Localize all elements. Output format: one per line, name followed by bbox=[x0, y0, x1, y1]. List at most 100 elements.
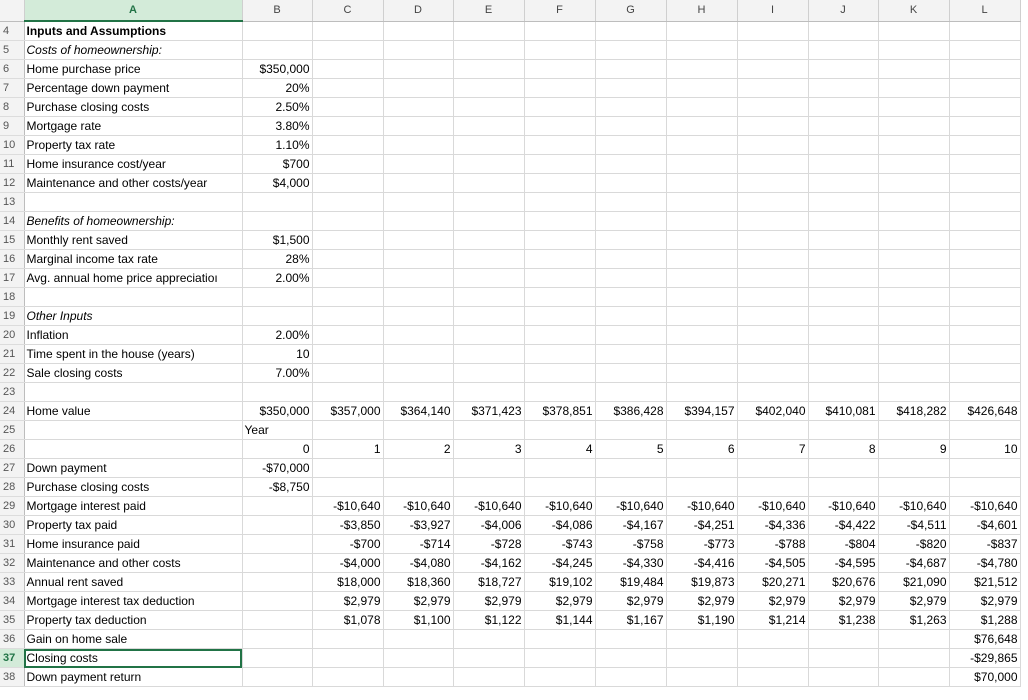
cell-l14[interactable] bbox=[949, 211, 1021, 231]
cell-i21[interactable] bbox=[737, 344, 809, 364]
cell-e16[interactable] bbox=[453, 249, 525, 269]
cell-j18[interactable] bbox=[808, 287, 879, 307]
cell-h20[interactable] bbox=[666, 325, 738, 345]
cell-c25[interactable] bbox=[312, 420, 384, 440]
cell-e9[interactable] bbox=[453, 116, 525, 136]
cell-c18[interactable] bbox=[312, 287, 384, 307]
cell-b15[interactable]: $1,500 bbox=[242, 230, 313, 250]
cell-f33[interactable]: $19,102 bbox=[524, 572, 596, 592]
cell-c35[interactable]: $1,078 bbox=[312, 610, 384, 630]
cell-k16[interactable] bbox=[878, 249, 950, 269]
cell-b29[interactable] bbox=[242, 496, 313, 516]
cell-f12[interactable] bbox=[524, 173, 596, 193]
cell-g28[interactable] bbox=[595, 477, 667, 497]
cell-k21[interactable] bbox=[878, 344, 950, 364]
row-header[interactable]: 20 bbox=[0, 325, 25, 345]
cell-e29[interactable]: -$10,640 bbox=[453, 496, 525, 516]
cell-g30[interactable]: -$4,167 bbox=[595, 515, 667, 535]
cell-j17[interactable] bbox=[808, 268, 879, 288]
cell-a28[interactable]: Purchase closing costs bbox=[24, 477, 243, 497]
cell-f21[interactable] bbox=[524, 344, 596, 364]
cell-k31[interactable]: -$820 bbox=[878, 534, 950, 554]
cell-g38[interactable] bbox=[595, 667, 667, 687]
row-header[interactable]: 34 bbox=[0, 591, 25, 611]
cell-g16[interactable] bbox=[595, 249, 667, 269]
cell-e33[interactable]: $18,727 bbox=[453, 572, 525, 592]
cell-c10[interactable] bbox=[312, 135, 384, 155]
cell-g31[interactable]: -$758 bbox=[595, 534, 667, 554]
cell-c28[interactable] bbox=[312, 477, 384, 497]
cell-c19[interactable] bbox=[312, 306, 384, 326]
cell-d10[interactable] bbox=[383, 135, 454, 155]
row-header[interactable]: 17 bbox=[0, 268, 25, 288]
cell-b23[interactable] bbox=[242, 382, 313, 402]
cell-f38[interactable] bbox=[524, 667, 596, 687]
row-header[interactable]: 8 bbox=[0, 97, 25, 117]
cell-g21[interactable] bbox=[595, 344, 667, 364]
cell-i13[interactable] bbox=[737, 192, 809, 212]
cell-c12[interactable] bbox=[312, 173, 384, 193]
cell-j30[interactable]: -$4,422 bbox=[808, 515, 879, 535]
cell-i9[interactable] bbox=[737, 116, 809, 136]
cell-k32[interactable]: -$4,687 bbox=[878, 553, 950, 573]
cell-f25[interactable] bbox=[524, 420, 596, 440]
cell-e32[interactable]: -$4,162 bbox=[453, 553, 525, 573]
cell-f18[interactable] bbox=[524, 287, 596, 307]
cell-d19[interactable] bbox=[383, 306, 454, 326]
cell-b5[interactable] bbox=[242, 40, 313, 60]
column-header-h[interactable]: H bbox=[666, 0, 738, 22]
cell-e11[interactable] bbox=[453, 154, 525, 174]
cell-a14[interactable]: Benefits of homeownership: bbox=[24, 211, 243, 231]
cell-b8[interactable]: 2.50% bbox=[242, 97, 313, 117]
cell-e4[interactable] bbox=[453, 21, 525, 41]
cell-e5[interactable] bbox=[453, 40, 525, 60]
column-header-c[interactable]: C bbox=[312, 0, 384, 22]
cell-b13[interactable] bbox=[242, 192, 313, 212]
row-header[interactable]: 18 bbox=[0, 287, 25, 307]
cell-h15[interactable] bbox=[666, 230, 738, 250]
cell-d33[interactable]: $18,360 bbox=[383, 572, 454, 592]
cell-i24[interactable]: $402,040 bbox=[737, 401, 809, 421]
cell-k24[interactable]: $418,282 bbox=[878, 401, 950, 421]
cell-c31[interactable]: -$700 bbox=[312, 534, 384, 554]
cell-f24[interactable]: $378,851 bbox=[524, 401, 596, 421]
cell-b32[interactable] bbox=[242, 553, 313, 573]
cell-b35[interactable] bbox=[242, 610, 313, 630]
cell-d35[interactable]: $1,100 bbox=[383, 610, 454, 630]
row-header[interactable]: 9 bbox=[0, 116, 25, 136]
row-header[interactable]: 26 bbox=[0, 439, 25, 459]
cell-l15[interactable] bbox=[949, 230, 1021, 250]
cell-a9[interactable]: Mortgage rate bbox=[24, 116, 243, 136]
cell-a17[interactable]: Avg. annual home price appreciatioı bbox=[24, 268, 243, 288]
cell-b16[interactable]: 28% bbox=[242, 249, 313, 269]
cell-a24[interactable]: Home value bbox=[24, 401, 243, 421]
cell-c4[interactable] bbox=[312, 21, 384, 41]
column-header-b[interactable]: B bbox=[242, 0, 313, 22]
row-header[interactable]: 16 bbox=[0, 249, 25, 269]
cell-f19[interactable] bbox=[524, 306, 596, 326]
cell-i7[interactable] bbox=[737, 78, 809, 98]
row-header[interactable]: 22 bbox=[0, 363, 25, 383]
cell-b33[interactable] bbox=[242, 572, 313, 592]
cell-l18[interactable] bbox=[949, 287, 1021, 307]
cell-j28[interactable] bbox=[808, 477, 879, 497]
cell-e23[interactable] bbox=[453, 382, 525, 402]
cell-c6[interactable] bbox=[312, 59, 384, 79]
cell-k14[interactable] bbox=[878, 211, 950, 231]
cell-k22[interactable] bbox=[878, 363, 950, 383]
cell-f5[interactable] bbox=[524, 40, 596, 60]
cell-a32[interactable]: Maintenance and other costs bbox=[24, 553, 243, 573]
cell-i36[interactable] bbox=[737, 629, 809, 649]
cell-i17[interactable] bbox=[737, 268, 809, 288]
row-header[interactable]: 32 bbox=[0, 553, 25, 573]
cell-g6[interactable] bbox=[595, 59, 667, 79]
cell-h19[interactable] bbox=[666, 306, 738, 326]
cell-d24[interactable]: $364,140 bbox=[383, 401, 454, 421]
cell-d25[interactable] bbox=[383, 420, 454, 440]
cell-b21[interactable]: 10 bbox=[242, 344, 313, 364]
cell-a13[interactable] bbox=[24, 192, 243, 212]
cell-l34[interactable]: $2,979 bbox=[949, 591, 1021, 611]
cell-h27[interactable] bbox=[666, 458, 738, 478]
cell-f31[interactable]: -$743 bbox=[524, 534, 596, 554]
cell-h10[interactable] bbox=[666, 135, 738, 155]
